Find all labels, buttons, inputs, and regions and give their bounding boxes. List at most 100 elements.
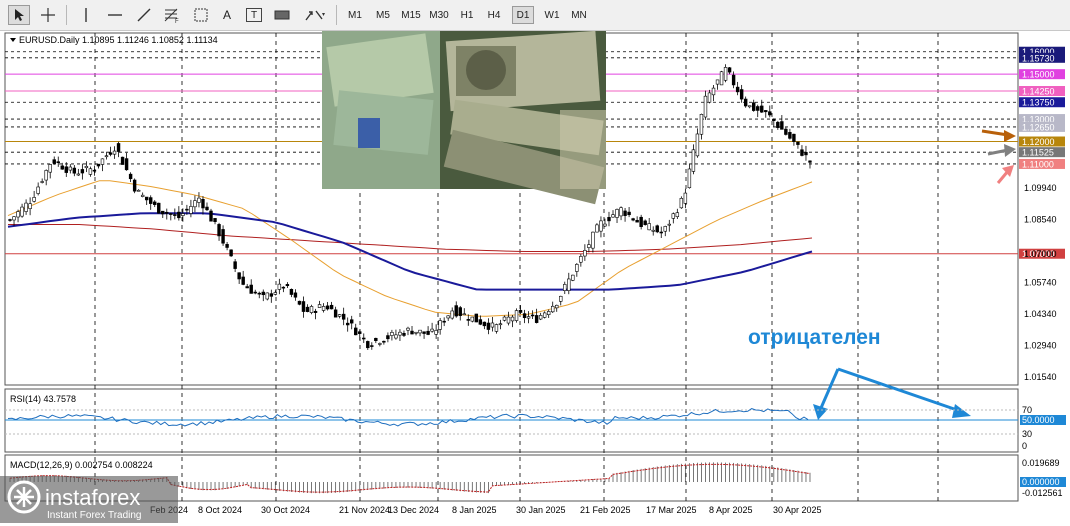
candle-body [800,149,804,156]
timeframe-h4[interactable]: H4 [484,6,504,24]
price-label: 1.15730 [1022,53,1055,63]
candle-body [317,304,322,308]
candle-body [764,110,768,113]
candle-body [124,158,129,171]
candle-body [450,310,454,319]
candle-body [374,337,378,342]
timeframe-m5[interactable]: M5 [372,6,394,24]
candle-body [72,167,77,174]
candle-body [587,244,591,248]
candle-body [225,244,229,248]
candle-body [80,169,85,174]
toolbar-separator [66,5,67,25]
candle-body [788,132,792,139]
trendline-icon[interactable] [134,5,154,25]
text-label-icon[interactable]: T [246,8,262,22]
candle-body [635,219,639,223]
candle-body [40,181,44,183]
candle-body [482,321,487,327]
chart-area[interactable]: 1.16000 1.15730 1.15000 1.14250 1.13750 1.130… [0,29,1070,523]
candle-body [498,323,503,326]
text-icon[interactable]: A [218,5,236,25]
candle-body [213,218,217,222]
candle-body [8,219,12,221]
candle-body [189,206,193,214]
candle-body [337,314,342,317]
candle-body [414,331,418,334]
candle-body [68,166,73,171]
candle-body [28,203,32,209]
candle-body [611,214,615,218]
candle-body [16,211,20,218]
candle-body [526,316,531,319]
candle-body [185,208,189,211]
candle-body [514,310,519,321]
candle-body [534,315,539,323]
candle-body [354,327,358,336]
fibonacci-icon[interactable]: F [160,5,184,25]
candle-body [559,295,563,302]
candle-body [707,92,712,103]
price-tick: 1.08540 [1024,215,1057,225]
banknotes-photo [322,29,606,205]
candle-body [153,201,157,205]
crosshair-icon[interactable] [36,5,60,25]
x-axis-label: 30 Oct 2024 [261,505,310,515]
candle-body [201,198,205,209]
candle-body [24,202,28,212]
timeframe-d1[interactable]: D1 [512,6,534,24]
candle-body [378,343,382,345]
timeframe-w1[interactable]: W1 [541,6,563,24]
x-axis-label: 21 Nov 2024 [339,505,390,515]
vertical-line-icon[interactable] [76,5,96,25]
candle-body [438,320,442,330]
candle-body [277,283,282,290]
candle-body [181,213,185,216]
candle-body [567,278,571,291]
grid-icon[interactable] [190,5,212,25]
rsi-level-50: 50.0000 [1022,415,1055,425]
timeframe-m30[interactable]: M30 [426,6,452,24]
price-label: 1.12000 [1022,137,1055,147]
candle-body [679,198,684,209]
candle-body [691,149,696,172]
candle-body [663,226,667,232]
candle-body [350,319,354,324]
candle-body [249,284,253,294]
candle-body [281,286,286,289]
candle-body [329,304,334,310]
timeframe-m15[interactable]: M15 [398,6,424,24]
candle-body [169,213,173,215]
candle-body [756,106,760,111]
candle-body [422,331,426,334]
candle-body [285,284,290,287]
candle-body [305,306,310,312]
candle-body [221,229,225,244]
price-label: 1.13750 [1022,98,1055,108]
candle-body [382,340,386,343]
candle-body [136,189,141,192]
candle-body [406,327,410,331]
candle-body [418,329,422,334]
candle-body [426,330,430,335]
timeframe-m1[interactable]: M1 [344,6,366,24]
rectangle-icon[interactable] [272,5,292,25]
arrows-icon[interactable] [302,5,328,25]
candle-body [486,322,491,330]
price-label: 1.11525 [1022,148,1054,158]
cursor-icon[interactable] [8,5,30,25]
candle-body [583,250,587,257]
candle-body [494,324,499,332]
candle-body [808,160,812,163]
horizontal-line-icon[interactable] [104,5,126,25]
timeframe-mn[interactable]: MN [568,6,590,24]
candle-body [60,165,64,170]
timeframe-h1[interactable]: H1 [457,6,477,24]
candle-body [149,197,153,204]
candle-body [52,159,56,164]
candle-body [116,143,121,152]
candle-body [358,331,362,334]
candle-body [659,231,663,234]
macd-level-zero: 0.000000 [1022,477,1060,487]
candle-body [768,111,772,116]
